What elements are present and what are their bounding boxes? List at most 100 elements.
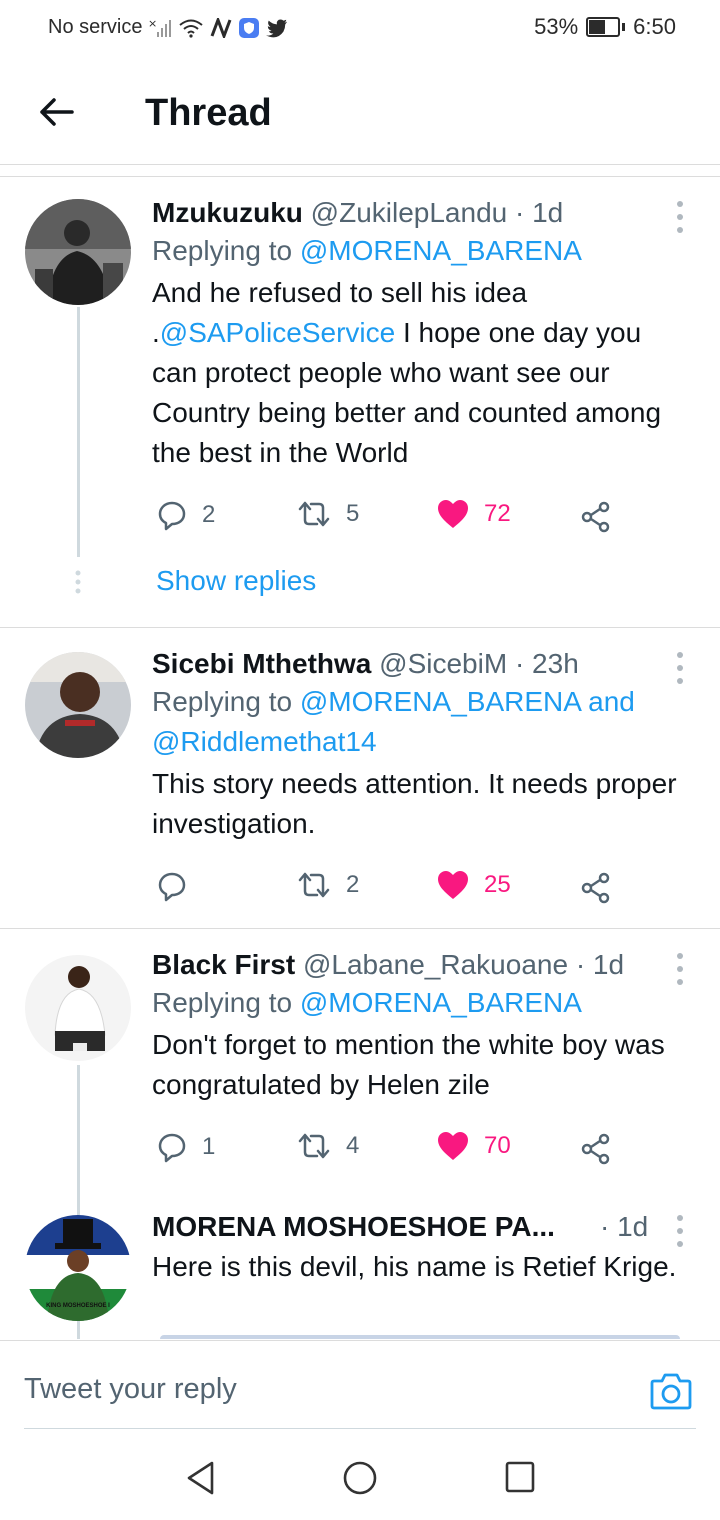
more-options-icon[interactable] [676, 650, 684, 686]
tweet-header: MORENA MOSHOESHOE PA... · 1d [152, 1209, 692, 1245]
tweet-header: Mzukuzuku @ZukilepLandu · 1d [152, 195, 692, 231]
thread-line [77, 307, 80, 557]
like-button[interactable]: 25 [436, 870, 511, 900]
retweet-count: 2 [346, 871, 360, 898]
thread-line [77, 1321, 80, 1339]
more-options-icon[interactable] [676, 199, 684, 235]
display-name[interactable]: Sicebi Mthethwa [152, 648, 371, 679]
back-nav-icon[interactable] [184, 1460, 218, 1496]
tweet-content: MORENA MOSHOESHOE PA... · 1d Here is thi… [152, 1209, 692, 1287]
media-preview-edge [160, 1335, 680, 1339]
mention-link[interactable]: @MORENA_BARENA [300, 987, 582, 1018]
retweet-icon [298, 872, 330, 898]
like-count: 70 [484, 1132, 511, 1159]
retweet-count: 4 [346, 1132, 360, 1159]
share-icon[interactable] [580, 501, 612, 533]
like-button[interactable]: 70 [436, 1131, 511, 1161]
retweet-icon [298, 1133, 330, 1159]
wifi-icon [179, 19, 204, 38]
page-title: Thread [145, 92, 272, 134]
tweet-content: Black First @Labane_Rakuoane · 1d Replyi… [152, 947, 692, 1105]
mention-link[interactable]: @Riddlemethat14 [152, 726, 377, 757]
show-replies-link[interactable]: Show replies [156, 565, 316, 597]
camera-icon[interactable] [650, 1371, 692, 1411]
handle[interactable]: @Labane_Rakuoane [303, 949, 568, 980]
tweet-card[interactable]: Mzukuzuku @ZukilepLandu · 1d Replying to… [0, 177, 720, 627]
replying-to: Replying to @MORENA_BARENA [152, 231, 692, 271]
battery-percent: 53% [534, 14, 579, 39]
reply-count: 1 [202, 1133, 216, 1160]
reply-button[interactable] [156, 870, 202, 902]
replying-prefix: Replying to [152, 686, 293, 717]
svg-text:×: × [148, 18, 157, 30]
reply-icon [158, 872, 186, 902]
tweet-text: Here is this devil, his name is Retief K… [152, 1251, 677, 1282]
replying-prefix: Replying to [152, 987, 293, 1018]
battery-cap [622, 23, 626, 31]
tweet-card[interactable]: Sicebi Mthethwa @SicebiM · 23h Replying … [0, 628, 720, 928]
twitter-notification-icon [266, 18, 288, 37]
system-nav-bar [0, 1440, 720, 1520]
carrier-text: No service [48, 16, 143, 38]
like-button[interactable]: 72 [436, 499, 511, 529]
display-name[interactable]: Mzukuzuku [152, 197, 303, 228]
tweet-header: Sicebi Mthethwa @SicebiM · 23h [152, 646, 692, 682]
more-options-icon[interactable] [676, 1213, 684, 1249]
recents-nav-icon[interactable] [504, 1460, 536, 1494]
tweet-content: Mzukuzuku @ZukilepLandu · 1d Replying to… [152, 195, 692, 473]
handle[interactable]: @ZukilepLandu [311, 197, 508, 228]
home-nav-icon[interactable] [342, 1460, 378, 1496]
avatar[interactable] [25, 955, 131, 1061]
retweet-button[interactable]: 2 [296, 870, 359, 900]
nfc-icon [211, 17, 232, 38]
timestamp: · 23h [514, 648, 579, 679]
replying-to: Replying to @MORENA_BARENA and @Riddleme… [152, 682, 692, 762]
top-app-bar: Thread [0, 64, 720, 165]
retweet-button[interactable]: 4 [296, 1131, 359, 1161]
like-count: 72 [484, 500, 511, 527]
reply-count: 2 [202, 501, 216, 528]
mention-link[interactable]: @MORENA_BARENA [300, 235, 582, 266]
share-icon[interactable] [580, 1133, 612, 1165]
more-options-icon[interactable] [676, 951, 684, 987]
vpn-shield-icon [239, 17, 260, 38]
display-name[interactable]: Black First [152, 949, 295, 980]
heart-icon [438, 1132, 468, 1160]
no-signal-icon: × [148, 18, 172, 37]
tweet-actions: 2 25 [156, 870, 626, 910]
tweet-text: Don't forget to mention the white boy wa… [152, 1029, 665, 1100]
thread-dots-icon [75, 570, 81, 594]
avatar[interactable] [25, 199, 131, 305]
tweet-card[interactable]: KING MOSHOESHOE I MORENA MOSHOESHOE PA..… [0, 1199, 720, 1339]
thread-line [77, 1199, 80, 1215]
mention-link[interactable]: @MORENA_BARENA [300, 686, 581, 717]
handle[interactable]: @SicebiM [379, 648, 507, 679]
timestamp: · 1d [515, 197, 564, 228]
display-name[interactable]: MORENA MOSHOESHOE PA... [152, 1211, 555, 1242]
retweet-icon [298, 501, 330, 527]
reply-button[interactable]: 1 [156, 1131, 215, 1163]
reply-button[interactable]: 2 [156, 499, 215, 531]
retweet-count: 5 [346, 500, 360, 527]
avatar[interactable]: KING MOSHOESHOE I [25, 1215, 131, 1321]
tweet-text: And he refused to sell his idea .@SAPoli… [152, 273, 692, 473]
reply-icon [158, 501, 186, 531]
replying-and: and [588, 686, 635, 717]
tweet-reply-input[interactable]: Tweet your reply [24, 1373, 237, 1406]
avatar[interactable] [25, 652, 131, 758]
timestamp: · 1d [575, 949, 625, 980]
avatar-caption: KING MOSHOESHOE I [46, 1303, 110, 1309]
mention-link[interactable]: @SAPoliceService [160, 317, 395, 348]
battery-icon [586, 17, 621, 37]
retweet-button[interactable]: 5 [296, 499, 359, 529]
tweet-text: This story needs attention. It needs pro… [152, 768, 677, 839]
thread-line [77, 1065, 80, 1199]
back-arrow-icon[interactable] [36, 92, 76, 132]
share-icon[interactable] [580, 872, 612, 904]
heart-icon [438, 500, 468, 528]
clock: 6:50 [633, 14, 676, 39]
timestamp: · 1d [600, 1211, 649, 1242]
reply-composer[interactable]: Tweet your reply [0, 1340, 720, 1431]
heart-icon [438, 871, 468, 899]
tweet-card[interactable]: Black First @Labane_Rakuoane · 1d Replyi… [0, 929, 720, 1199]
